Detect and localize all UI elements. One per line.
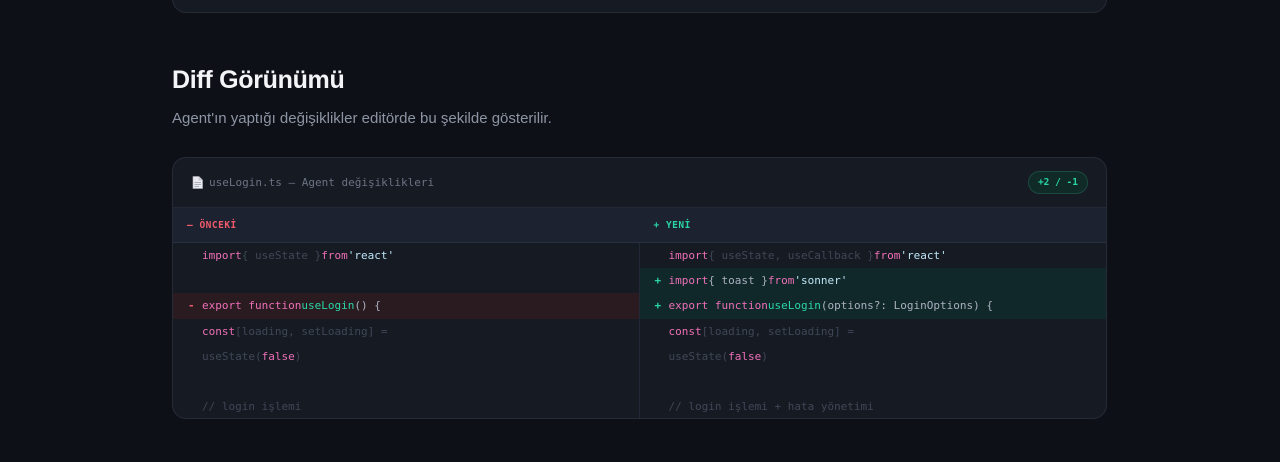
old-column-header: — ÖNCEKİ <box>187 219 237 231</box>
file-title: useLogin.ts — Agent değişiklikleri <box>192 176 434 189</box>
diff-stats-badge: +2 / -1 <box>1027 171 1088 194</box>
code-line: const [loading, setLoading] = <box>202 324 388 338</box>
section-subtitle: Agent'ın yaptığı değişiklikler editörde … <box>172 110 552 127</box>
code-line: import{ useState, useCallback } from'reac… <box>668 249 947 263</box>
code-line: // login işlemi + hata yönetimi <box>668 400 874 414</box>
new-column-header: + YENİ <box>653 219 691 231</box>
diff-card: useLogin.ts — Agent değişiklikleri +2 / … <box>172 157 1107 419</box>
section-title: Diff Görünümü <box>172 66 345 94</box>
diff-body: import{ useState } from'react' - export fu… <box>173 243 1107 418</box>
code-line: const [loading, setLoading] = <box>668 324 854 338</box>
document-icon <box>192 176 203 189</box>
code-line: // login işlemi <box>202 400 302 414</box>
code-line: import{ useState } from'react' <box>202 249 395 263</box>
old-column: import{ useState } from'react' - export fu… <box>173 243 640 418</box>
code-line-added: + export function useLogin (options?: Login… <box>639 293 1106 319</box>
code-line: useState(false) <box>202 349 302 363</box>
file-title-label: useLogin.ts — Agent değişiklikleri <box>209 176 435 189</box>
new-column: import{ useState, useCallback } from'reac… <box>639 243 1107 418</box>
previous-card <box>172 0 1107 13</box>
diff-card-header: useLogin.ts — Agent değişiklikleri +2 / … <box>173 158 1106 208</box>
code-line-removed: - export function useLogin() { <box>173 293 639 319</box>
code-line: useState(false) <box>668 349 768 363</box>
diff-column-headers: — ÖNCEKİ + YENİ <box>173 208 1106 243</box>
code-line-added: + import{ toast } from'sonner' <box>639 268 1106 294</box>
